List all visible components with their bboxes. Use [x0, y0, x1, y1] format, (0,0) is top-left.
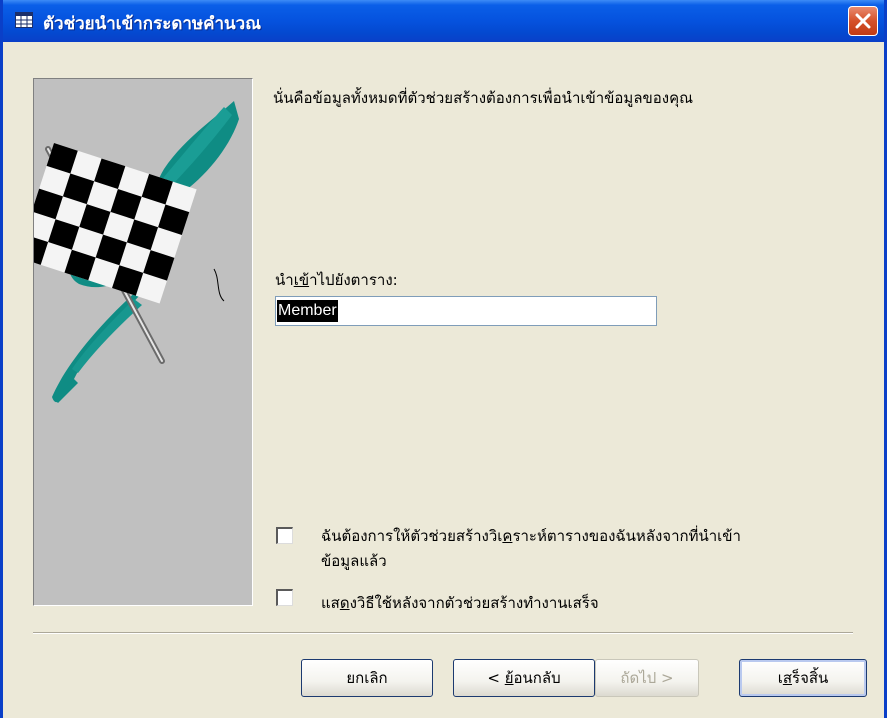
analyze-label-access-key: ค — [502, 527, 513, 545]
show-help-checkbox[interactable] — [276, 589, 293, 606]
analyze-table-checkbox[interactable] — [276, 527, 293, 544]
datasheet-icon — [15, 12, 33, 28]
import-to-table-label: นำเข้าไปยังตาราง: — [275, 268, 398, 292]
finish-button[interactable]: เสร็จสิ้น — [739, 659, 867, 697]
back-label-part: < — [487, 669, 505, 687]
analyze-label-part: ราะห์ตารางของฉันหลังจากที่นำเข้า — [512, 527, 741, 545]
intro-text: นั่นคือข้อมูลทั้งหมดที่ตัวช่วยสร้างต้องก… — [273, 89, 694, 107]
window-title: ตัวช่วยนำเข้ากระดาษคำนวณ — [43, 14, 261, 34]
close-button[interactable] — [848, 6, 878, 36]
import-label-access-key: เข้ — [293, 271, 310, 289]
show-help-label[interactable]: แสดงวิธีใช้หลังจากตัวช่วยสร้างทำงานเสร็จ — [321, 591, 599, 615]
checkered-flag-image — [34, 101, 239, 403]
button-separator — [33, 632, 853, 634]
import-label-part: นำ — [275, 271, 294, 289]
analyze-label-line2: ข้อมูลแล้ว — [321, 552, 387, 570]
table-name-value: Member — [277, 300, 338, 322]
table-name-input[interactable]: Member — [275, 296, 657, 326]
title-bar[interactable]: ตัวช่วยนำเข้ากระดาษคำนวณ — [3, 0, 884, 42]
back-button[interactable]: < ย้อนกลับ — [453, 659, 595, 697]
close-icon — [855, 13, 871, 29]
import-label-part: าไปยังตาราง: — [309, 271, 398, 289]
wizard-side-panel — [33, 78, 253, 606]
help-label-access-key: ด — [339, 594, 350, 612]
analyze-label-part: ฉันต้องการให้ตัวช่วยสร้างวิเ — [321, 527, 503, 545]
back-label-part: อนกลับ — [513, 669, 561, 687]
analyze-table-label[interactable]: ฉันต้องการให้ตัวช่วยสร้างวิเคราะห์ตารางข… — [321, 524, 741, 574]
finish-label-access-key: ส — [782, 669, 793, 687]
import-wizard-window: ตัวช่วยนำเข้ากระดาษคำนวณ นั่นคือข้อมูลทั… — [0, 0, 887, 718]
next-button[interactable]: ถัดไป > — [595, 659, 699, 697]
help-label-part: แส — [321, 594, 340, 612]
back-label-access-key: ย้ — [504, 669, 514, 687]
finish-label-part: ร็จสิ้น — [792, 669, 829, 687]
cancel-button[interactable]: ยกเลิก — [301, 659, 433, 697]
help-label-part: งวิธีใช้หลังจากตัวช่วยสร้างทำงานเสร็จ — [349, 594, 599, 612]
